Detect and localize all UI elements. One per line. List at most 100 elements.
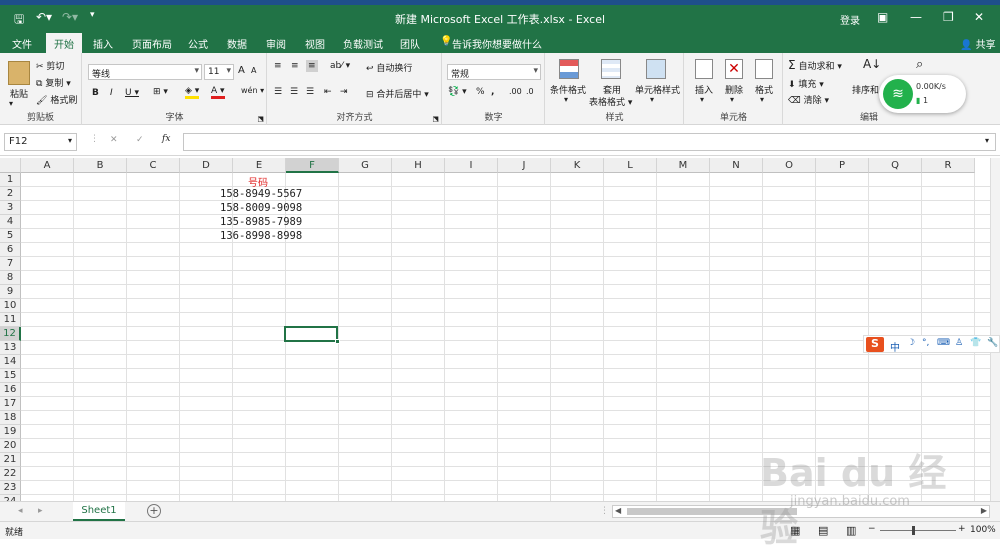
- find-select-icon[interactable]: ⌕: [916, 57, 923, 72]
- selected-cell-F12[interactable]: [284, 326, 338, 342]
- italic-icon[interactable]: I: [110, 88, 113, 98]
- cell-E2[interactable]: 158-8949-5567: [220, 188, 302, 200]
- row-header-15[interactable]: 15: [0, 369, 21, 383]
- column-header-L[interactable]: L: [604, 158, 657, 173]
- user-icon[interactable]: ♙: [955, 338, 963, 348]
- zoom-level[interactable]: 100%: [970, 525, 996, 535]
- row-header-21[interactable]: 21: [0, 453, 21, 467]
- select-all-corner[interactable]: [0, 158, 21, 173]
- moon-icon[interactable]: ☽: [907, 338, 915, 348]
- formula-input[interactable]: [183, 133, 996, 151]
- cell-E4[interactable]: 135-8985-7989: [220, 216, 302, 228]
- insert-function-icon[interactable]: fx: [162, 134, 170, 144]
- restore-icon[interactable]: ❐: [943, 10, 954, 24]
- row-header-10[interactable]: 10: [0, 299, 21, 313]
- underline-icon[interactable]: U ▾: [125, 88, 139, 98]
- tab-team[interactable]: 团队: [400, 36, 420, 51]
- name-box-dropdown-icon[interactable]: ▾: [68, 136, 72, 145]
- cell-style-dropdown-icon[interactable]: ▾: [650, 95, 654, 104]
- tab-page-layout[interactable]: 页面布局: [132, 36, 172, 51]
- row-header-3[interactable]: 3: [0, 201, 21, 215]
- grow-font-icon[interactable]: A: [238, 65, 245, 76]
- sort-filter-button[interactable]: 排序和: [852, 83, 879, 96]
- cell-style-icon[interactable]: [646, 59, 666, 79]
- paste-dropdown-icon[interactable]: ▾: [9, 99, 13, 108]
- fill-color-icon[interactable]: ◈ ▾: [185, 86, 200, 99]
- align-bottom-icon[interactable]: ≡: [306, 60, 318, 72]
- row-header-16[interactable]: 16: [0, 383, 21, 397]
- ime-mode[interactable]: 中: [890, 339, 900, 354]
- ribbon-display-icon[interactable]: ▣: [877, 10, 888, 24]
- add-sheet-icon[interactable]: +: [147, 504, 161, 518]
- cond-dropdown-icon[interactable]: ▾: [564, 95, 568, 104]
- scroll-right-icon[interactable]: ▶: [981, 506, 987, 515]
- insert-cells-icon[interactable]: [695, 59, 713, 79]
- font-color-icon[interactable]: A ▾: [211, 86, 225, 99]
- tab-formulas[interactable]: 公式: [188, 36, 208, 51]
- format-table-button[interactable]: 表格格式 ▾: [589, 95, 632, 108]
- tab-review[interactable]: 审阅: [266, 36, 286, 51]
- fill-button[interactable]: ⬇ 填充 ▾: [788, 77, 824, 90]
- decrease-decimal-icon[interactable]: .0: [526, 87, 534, 96]
- wrench-icon[interactable]: 🔧: [987, 338, 998, 348]
- format-cells-icon[interactable]: [755, 59, 773, 79]
- wrap-text-button[interactable]: ↩ 自动换行: [366, 61, 412, 74]
- row-header-23[interactable]: 23: [0, 481, 21, 495]
- row-header-18[interactable]: 18: [0, 411, 21, 425]
- tab-home[interactable]: 开始: [46, 33, 82, 53]
- row-header-6[interactable]: 6: [0, 243, 21, 257]
- column-header-I[interactable]: I: [445, 158, 498, 173]
- delete-dropdown-icon[interactable]: ▾: [730, 95, 734, 104]
- row-header-12[interactable]: 12: [0, 327, 21, 341]
- cell-E3[interactable]: 158-8009-9098: [220, 202, 302, 214]
- cancel-icon[interactable]: ✕: [110, 135, 118, 145]
- merge-center-button[interactable]: ⊟ 合并后居中 ▾: [366, 87, 429, 100]
- clear-button[interactable]: ⌫ 清除 ▾: [788, 93, 829, 106]
- autosum-button[interactable]: Σ 自动求和 ▾: [788, 58, 842, 72]
- minimize-icon[interactable]: —: [910, 10, 922, 24]
- column-header-M[interactable]: M: [657, 158, 710, 173]
- column-header-J[interactable]: J: [498, 158, 551, 173]
- column-header-E[interactable]: E: [233, 158, 286, 173]
- tab-file[interactable]: 文件: [12, 36, 32, 51]
- column-header-G[interactable]: G: [339, 158, 392, 173]
- increase-decimal-icon[interactable]: .00: [509, 87, 522, 96]
- paste-icon[interactable]: [8, 61, 30, 85]
- cut-button[interactable]: ✂ 剪切: [36, 59, 64, 72]
- row-header-22[interactable]: 22: [0, 467, 21, 481]
- column-header-P[interactable]: P: [816, 158, 869, 173]
- ime-toolbar[interactable]: S 中 ☽ °, ⌨ ♙ 👕 🔧: [863, 335, 1000, 354]
- row-header-11[interactable]: 11: [0, 313, 21, 327]
- comma-icon[interactable]: ,: [491, 87, 494, 97]
- vertical-scrollbar[interactable]: [990, 158, 1000, 501]
- network-speed-widget[interactable]: ≋ 0.00K/s ▮ 1: [879, 75, 966, 113]
- share-button[interactable]: 👤 共享: [960, 36, 996, 51]
- expand-formula-icon[interactable]: ▾: [985, 136, 989, 145]
- font-launcher-icon[interactable]: ⬔: [257, 115, 264, 123]
- insert-dropdown-icon[interactable]: ▾: [700, 95, 704, 104]
- row-header-7[interactable]: 7: [0, 257, 21, 271]
- column-header-O[interactable]: O: [763, 158, 816, 173]
- close-icon[interactable]: ✕: [974, 10, 984, 24]
- format-dropdown-icon[interactable]: ▾: [760, 95, 764, 104]
- punct-icon[interactable]: °,: [922, 338, 929, 348]
- tab-split-grip-icon[interactable]: ⋮: [600, 506, 609, 516]
- enter-icon[interactable]: ✓: [136, 135, 144, 145]
- row-header-17[interactable]: 17: [0, 397, 21, 411]
- tab-insert[interactable]: 插入: [93, 36, 113, 51]
- sogou-icon[interactable]: S: [866, 337, 884, 352]
- row-header-19[interactable]: 19: [0, 425, 21, 439]
- sheet-prev-icon[interactable]: ◂: [18, 506, 23, 516]
- decrease-indent-icon[interactable]: ⇤: [324, 87, 332, 97]
- column-header-D[interactable]: D: [180, 158, 233, 173]
- align-center-icon[interactable]: ☰: [290, 87, 298, 97]
- tell-me-search[interactable]: 告诉我你想要做什么: [452, 36, 542, 51]
- alignment-launcher-icon[interactable]: ⬔: [432, 115, 439, 123]
- shrink-font-icon[interactable]: A: [251, 66, 256, 75]
- conditional-format-icon[interactable]: [559, 59, 579, 79]
- column-header-Q[interactable]: Q: [869, 158, 922, 173]
- cell-style-button[interactable]: 单元格样式: [635, 83, 680, 96]
- number-format-select[interactable]: 常规: [447, 64, 541, 80]
- name-box[interactable]: F12: [4, 133, 77, 151]
- align-middle-icon[interactable]: ≡: [291, 61, 299, 71]
